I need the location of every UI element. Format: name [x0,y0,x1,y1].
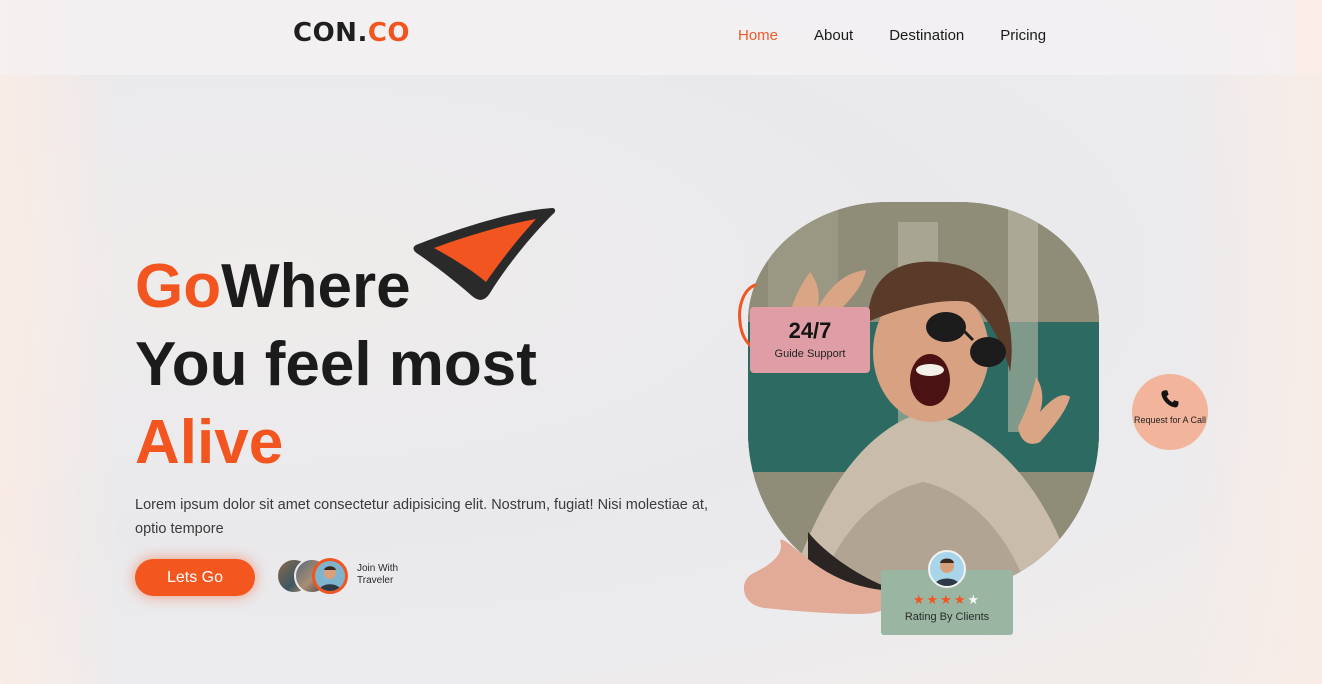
headline-go: Go [135,252,222,321]
nav-link-destination[interactable]: Destination [889,27,964,45]
logo-accent: CO [367,18,411,48]
avatar [312,558,348,594]
logo[interactable]: CON.CO [293,18,410,48]
hero-photo [748,202,1099,591]
lets-go-button[interactable]: Lets Go [135,559,255,596]
headline-alive: Alive [135,408,284,477]
request-call-button[interactable]: Request for A Call [1132,374,1208,450]
support-title: 24/7 [788,318,832,343]
page-background-left-glow [0,0,120,684]
logo-main: CON. [293,18,368,48]
headline-line2: You feel most [135,330,537,399]
star-icon: ★ [940,592,954,607]
star-empty-icon: ★ [967,592,982,607]
star-icon: ★ [926,592,941,607]
nav-link-about[interactable]: About [814,27,853,45]
traveler-avatars[interactable] [276,558,351,594]
avatar [928,550,966,588]
paper-plane-arrow-icon [413,208,556,300]
headline-where: Where [221,252,411,321]
nav-links: Home About Destination Pricing [738,27,1082,45]
rating-label: Rating By Clients [904,611,990,623]
corner-block [1296,0,1322,75]
request-call-label: Request for A Call [1133,415,1207,425]
hero-description: Lorem ipsum dolor sit amet consectetur a… [135,497,708,537]
nav-link-pricing[interactable]: Pricing [1000,27,1046,45]
guide-support-card: 24/7 Guide Support [750,307,870,373]
page-background-right-glow [1182,0,1322,684]
star-icon: ★ [912,592,927,607]
join-traveler-text: Join With Traveler [357,563,399,586]
star-icon: ★ [953,592,968,607]
support-subtitle: Guide Support [774,348,846,360]
phone-icon [1161,390,1179,408]
rating-stars: ★★★★★ [881,592,1013,608]
nav-link-home[interactable]: Home [738,27,778,45]
navbar: CON.CO Home About Destination Pricing [0,0,1296,75]
